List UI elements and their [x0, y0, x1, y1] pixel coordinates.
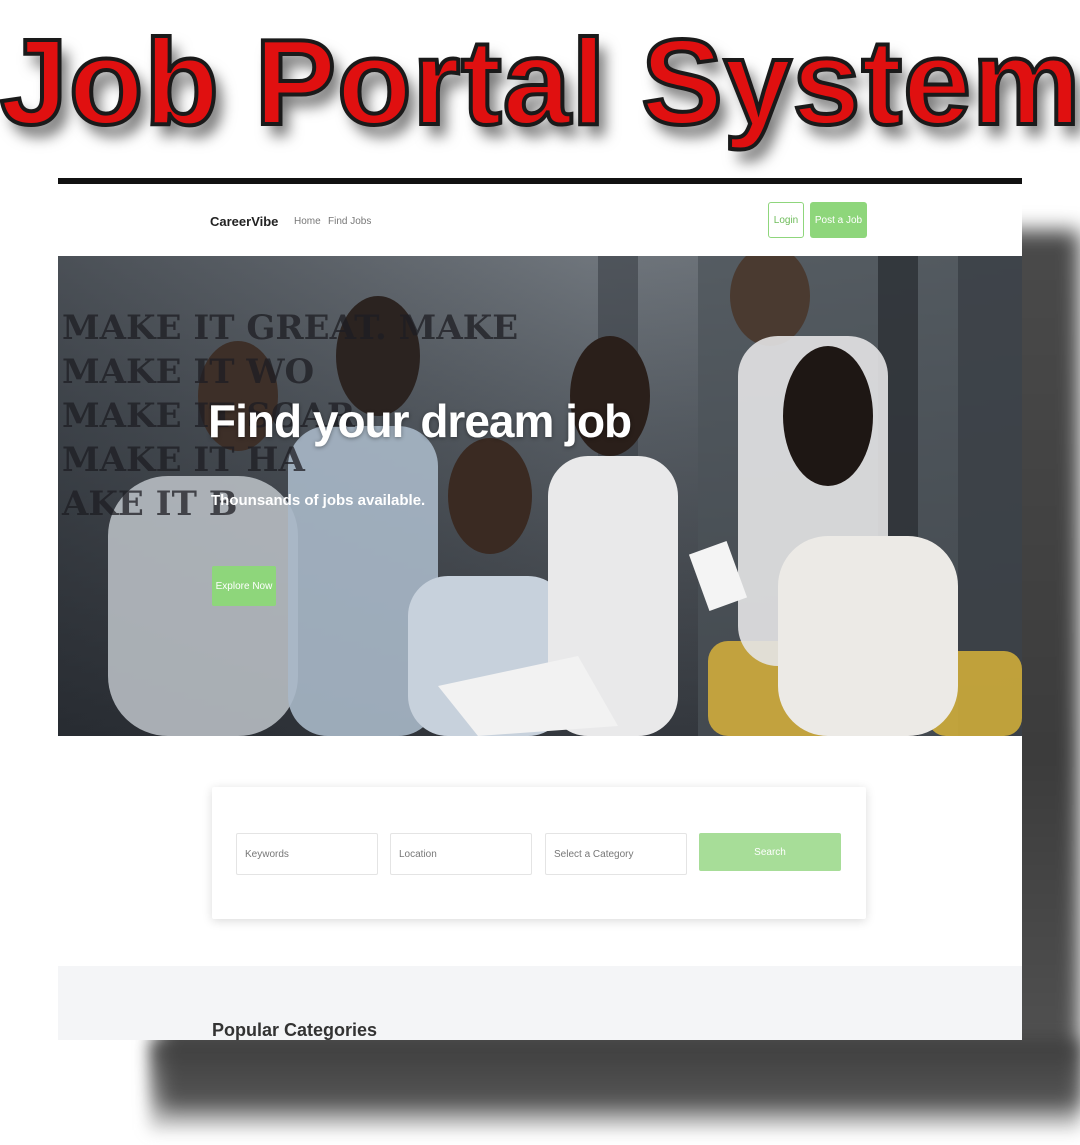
- banner-title: Job Portal System: [0, 12, 1080, 152]
- explore-now-button[interactable]: Explore Now: [212, 566, 276, 606]
- hero-section: MAKE IT GREAT. MAKE MAKE IT WO MAKE IT S…: [58, 256, 1022, 736]
- hero-title: Find your dream job: [208, 395, 632, 447]
- keywords-input[interactable]: Keywords: [236, 833, 378, 875]
- search-button[interactable]: Search: [699, 833, 841, 871]
- nav-find-jobs-link[interactable]: Find Jobs: [328, 216, 371, 227]
- wall-text-line: MAKE IT WO: [62, 352, 315, 392]
- search-card: Keywords Location Select a Category Sear…: [212, 787, 866, 919]
- drop-shadow-fade: [150, 1040, 1080, 1130]
- brand-logo[interactable]: CareerVibe: [210, 214, 278, 229]
- section-title: Popular Categories: [212, 1020, 378, 1040]
- login-button[interactable]: Login: [768, 202, 804, 238]
- nav-home-link[interactable]: Home: [294, 216, 321, 227]
- navbar: CareerVibe Home Find Jobs Login Post a J…: [58, 184, 1022, 256]
- popular-categories-section: Popular Categories: [58, 966, 1022, 1040]
- category-select[interactable]: Select a Category: [545, 833, 687, 875]
- website-screenshot: CareerVibe Home Find Jobs Login Post a J…: [58, 178, 1022, 1040]
- hero-subtitle: Thounsands of jobs available.: [211, 492, 426, 509]
- wall-text-line: MAKE IT GREAT. MAKE: [62, 308, 519, 348]
- post-job-button[interactable]: Post a Job: [810, 202, 867, 238]
- location-input[interactable]: Location: [390, 833, 532, 875]
